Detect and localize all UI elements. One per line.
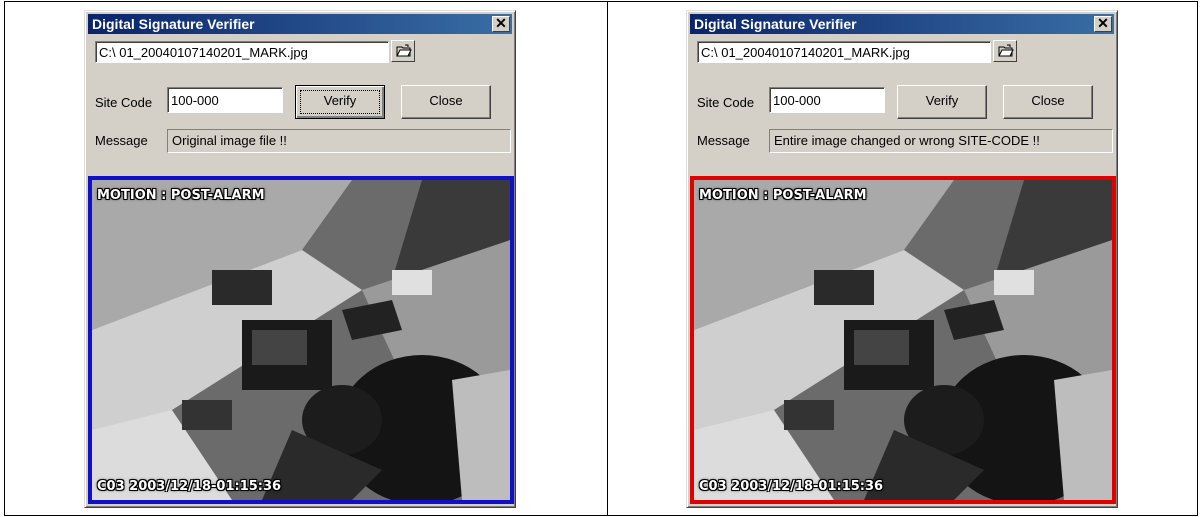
browse-button[interactable]: [993, 40, 1017, 62]
surveillance-image: [694, 180, 1112, 500]
panel-original: Digital Signature Verifier ✕ C:\ 01_2004…: [0, 0, 606, 517]
file-path-field[interactable]: C:\ 01_20040107140201_MARK.jpg: [95, 41, 389, 63]
site-code-label: Site Code: [697, 95, 755, 110]
message-label: Message: [697, 133, 750, 148]
window-close-button[interactable]: ✕: [492, 16, 510, 32]
window-title: Digital Signature Verifier: [92, 16, 255, 32]
open-folder-icon: [396, 44, 412, 57]
image-viewer: MOTION : POST-ALARM C03 2003/12/18-01:15…: [88, 176, 514, 504]
message-label: Message: [95, 133, 148, 148]
close-icon: ✕: [1097, 15, 1109, 31]
browse-button[interactable]: [391, 40, 415, 62]
file-path-field[interactable]: C:\ 01_20040107140201_MARK.jpg: [697, 41, 991, 63]
camera-overlay-top: MOTION : POST-ALARM: [699, 188, 867, 203]
close-button[interactable]: Close: [401, 85, 491, 119]
image-viewer: MOTION : POST-ALARM C03 2003/12/18-01:15…: [690, 176, 1116, 504]
verify-button[interactable]: Verify: [897, 85, 987, 119]
panel-tampered: Digital Signature Verifier ✕ C:\ 01_2004…: [606, 0, 1201, 517]
verifier-window: Digital Signature Verifier ✕ C:\ 01_2004…: [686, 10, 1118, 508]
title-bar[interactable]: Digital Signature Verifier ✕: [88, 14, 512, 34]
focus-ring: [300, 90, 380, 114]
window-title: Digital Signature Verifier: [694, 16, 857, 32]
title-bar[interactable]: Digital Signature Verifier ✕: [690, 14, 1114, 34]
message-field: Entire image changed or wrong SITE-CODE …: [769, 129, 1113, 153]
verify-button-label: Verify: [925, 93, 959, 108]
verify-button[interactable]: Verify: [295, 85, 385, 119]
site-code-label: Site Code: [95, 95, 153, 110]
message-field: Original image file !!: [167, 129, 511, 153]
close-button-label: Close: [429, 93, 463, 108]
site-code-input[interactable]: 100-000: [769, 87, 885, 113]
open-folder-icon: [998, 44, 1014, 57]
camera-overlay-timestamp: C03 2003/12/18-01:15:36: [97, 479, 282, 494]
close-icon: ✕: [495, 15, 507, 31]
close-button-label: Close: [1031, 93, 1065, 108]
verifier-window: Digital Signature Verifier ✕ C:\ 01_2004…: [84, 10, 516, 508]
close-button[interactable]: Close: [1003, 85, 1093, 119]
camera-overlay-timestamp: C03 2003/12/18-01:15:36: [699, 479, 884, 494]
camera-overlay-top: MOTION : POST-ALARM: [97, 188, 265, 203]
window-close-button[interactable]: ✕: [1094, 16, 1112, 32]
site-code-input[interactable]: 100-000: [167, 87, 283, 113]
surveillance-image: [92, 180, 510, 500]
